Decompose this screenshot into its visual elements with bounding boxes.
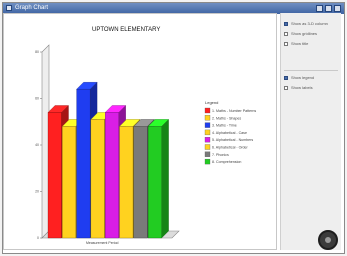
y-tick-label: 60 xyxy=(35,97,39,101)
bar xyxy=(133,126,148,239)
legend-label: 4. Alphabetical - Case xyxy=(212,131,247,135)
checkbox[interactable] xyxy=(284,86,288,90)
app-icon xyxy=(6,5,12,11)
legend-label: 3. Maths - Time xyxy=(212,124,237,128)
bar-side xyxy=(161,119,169,239)
option-3d-column[interactable]: Show as 3-D column xyxy=(284,21,340,28)
close-button[interactable] xyxy=(334,5,341,12)
option-title[interactable]: Show title xyxy=(284,41,340,48)
checkbox[interactable] xyxy=(284,22,288,26)
option-label: Show as 3-D column xyxy=(291,21,328,26)
bar xyxy=(90,119,105,239)
y-tick-label: 0 xyxy=(37,236,39,240)
legend-swatch xyxy=(204,129,211,136)
legend-label: 7. Phonics xyxy=(212,153,229,157)
option-label: Show legend xyxy=(291,75,315,80)
settings-gear-icon[interactable] xyxy=(318,230,338,250)
bar xyxy=(147,126,162,239)
bar xyxy=(119,126,134,239)
y-tick-label: 40 xyxy=(35,143,39,147)
legend-title: Legend xyxy=(205,100,218,105)
x-axis-label: Measurement Period xyxy=(86,241,119,245)
legend-swatch xyxy=(204,137,211,143)
legend-swatch xyxy=(204,115,211,121)
legend-label: 1. Maths - Number Patterns xyxy=(212,109,256,113)
y-tick-label: 80 xyxy=(35,50,39,54)
option-label: Show gridlines xyxy=(291,31,318,36)
bar xyxy=(76,89,91,239)
legend-label: 8. Comprehension xyxy=(212,160,241,164)
checkbox[interactable] xyxy=(284,32,288,36)
legend-label: 2. Maths - Shapes xyxy=(212,116,241,120)
bar xyxy=(47,112,62,239)
option-labels[interactable]: Show labels xyxy=(284,85,340,92)
bar xyxy=(105,112,119,239)
option-label: Show title xyxy=(291,41,309,46)
option-label: Show labels xyxy=(291,85,313,90)
divider xyxy=(284,70,338,71)
legend-swatch xyxy=(204,144,211,150)
checkbox[interactable] xyxy=(284,42,288,46)
option-gridlines[interactable]: Show gridlines xyxy=(284,31,340,38)
options-panel: Show as 3-D column Show gridlines Show t… xyxy=(280,13,341,250)
chart-legend: Legend 1. Maths - Number Patterns 2. Math… xyxy=(204,100,256,165)
legend-swatch xyxy=(204,158,211,165)
chart-area: UPTOWN ELEMENTARY 80 60 40 20 0 Measurement … xyxy=(3,13,277,250)
legend-swatch xyxy=(204,151,211,157)
bar-chart: UPTOWN ELEMENTARY 80 60 40 20 0 Measurement … xyxy=(35,27,256,245)
bar xyxy=(62,126,76,239)
window-title: Graph Chart xyxy=(15,5,49,11)
minimize-button[interactable] xyxy=(316,5,323,12)
legend-label: 6. Alphabetical - Order xyxy=(212,146,249,150)
y-tick-label: 20 xyxy=(35,190,39,194)
chart-bars xyxy=(47,81,169,239)
chart-title: UPTOWN ELEMENTARY xyxy=(92,27,160,33)
legend-swatch xyxy=(204,122,211,128)
legend-label: 5. Alphabetical - Numbers xyxy=(212,138,253,142)
maximize-button[interactable] xyxy=(325,5,332,12)
legend-swatch xyxy=(204,107,211,114)
option-legend[interactable]: Show legend xyxy=(284,75,340,82)
checkbox[interactable] xyxy=(284,76,288,80)
